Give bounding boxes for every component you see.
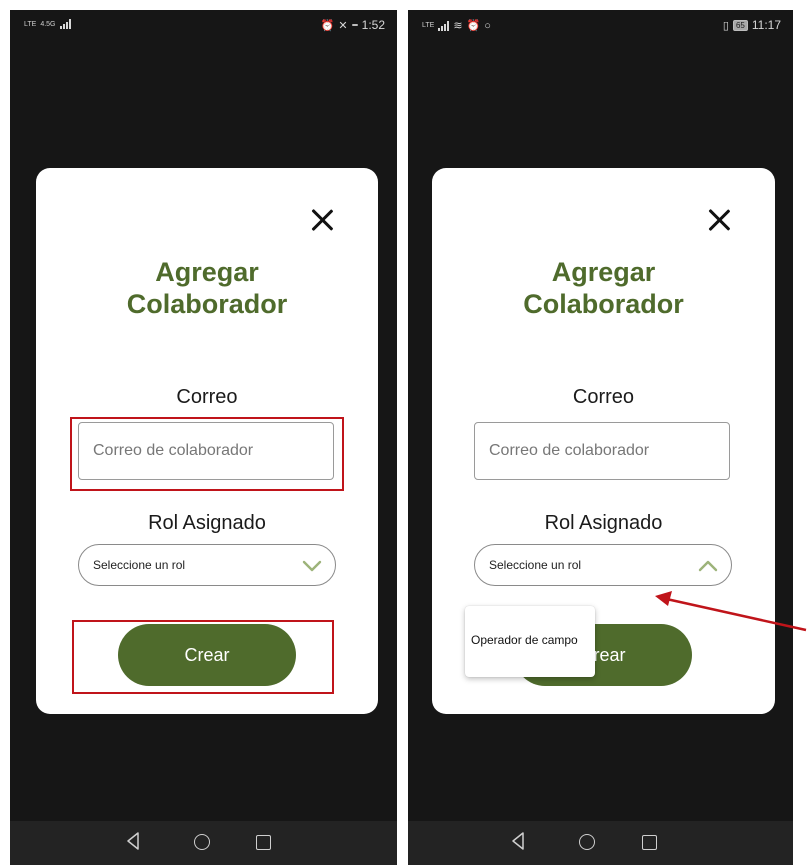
create-button[interactable]: Crear [118, 624, 296, 686]
battery-icon [351, 24, 358, 26]
phone-screen-right: LTE ≋ ⏰ ○ ▯ 65 11:17 Agregar Colaborador… [408, 10, 793, 865]
modal-title-line1: Agregar [551, 257, 656, 287]
signal-icon [438, 20, 450, 31]
role-dropdown-menu: Operador de campo [465, 606, 595, 677]
dropdown-option-operador[interactable]: Operador de campo [471, 633, 578, 647]
email-label: Correo [176, 386, 238, 408]
role-select-value: Seleccione un rol [93, 558, 186, 572]
role-select-value: Seleccione un rol [489, 558, 582, 572]
status-bar: LTE ≋ ⏰ ○ ▯ 65 11:17 [408, 10, 793, 38]
modal-title-line1: Agregar [155, 257, 259, 287]
signal-icon [59, 19, 71, 29]
clock: 11:17 [751, 18, 781, 32]
clock: 1:52 [361, 18, 385, 32]
mute-icon: ✕ [338, 19, 348, 32]
role-label: Rol Asignado [148, 512, 266, 534]
email-label: Correo [572, 386, 635, 408]
nav-home-icon[interactable] [194, 834, 210, 850]
modal-title: Agregar Colaborador [432, 256, 775, 320]
chevron-up-icon [698, 560, 718, 572]
nav-recent-icon[interactable] [642, 835, 657, 850]
navigation-bar [10, 821, 397, 865]
navigation-bar [408, 821, 793, 865]
role-select[interactable]: Seleccione un rol [474, 544, 732, 586]
add-collaborator-modal: Agregar Colaborador Correo Rol Asignado … [432, 168, 775, 714]
modal-title-line2: Colaborador [126, 289, 288, 319]
nav-recent-icon[interactable] [256, 835, 271, 850]
email-input[interactable] [78, 422, 334, 480]
modal-title-line2: Colaborador [523, 289, 684, 319]
modal-title: Agregar Colaborador [36, 256, 378, 320]
status-bar: LTE 4.5G ⏰ ✕ 1:52 [10, 10, 397, 38]
close-icon[interactable] [310, 208, 334, 232]
email-input[interactable] [474, 422, 730, 480]
whatsapp-icon: ○ [484, 19, 491, 32]
role-label: Rol Asignado [544, 512, 663, 534]
wifi-icon: ≋ [453, 20, 463, 32]
alarm-icon: ⏰ [320, 19, 335, 32]
nav-home-icon[interactable] [579, 834, 595, 850]
phone-screen-left: LTE 4.5G ⏰ ✕ 1:52 Agregar Colaborador Co… [10, 10, 397, 865]
nav-back-icon[interactable] [126, 832, 140, 850]
role-select[interactable]: Seleccione un rol [78, 544, 336, 586]
vibrate-icon: ▯ [722, 19, 729, 32]
network-label: 4.5G [40, 20, 56, 28]
add-collaborator-modal: Agregar Colaborador Correo Rol Asignado … [36, 168, 378, 714]
carrier-label: LTE [24, 20, 37, 28]
alarm-icon: ⏰ [466, 20, 481, 32]
close-icon[interactable] [707, 208, 731, 232]
battery-icon: 65 [732, 19, 748, 31]
nav-back-icon[interactable] [511, 832, 525, 850]
carrier-label: LTE [422, 22, 435, 29]
chevron-down-icon [302, 560, 322, 572]
